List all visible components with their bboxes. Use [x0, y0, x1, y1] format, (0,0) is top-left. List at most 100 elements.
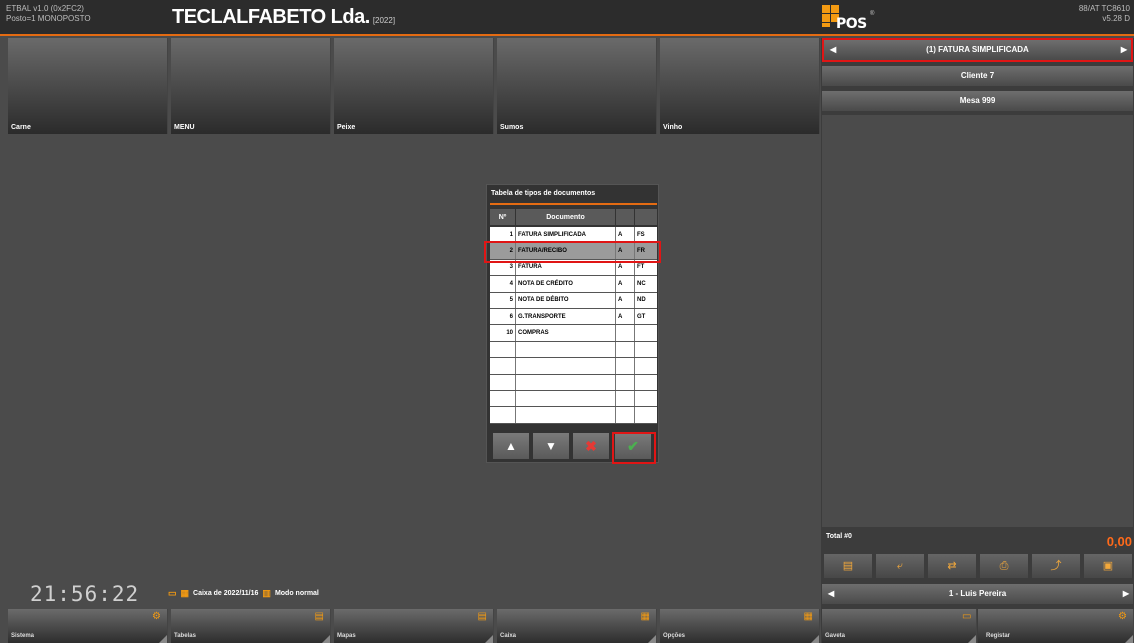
cell-num	[490, 358, 516, 374]
registar-label: Registar	[986, 633, 1011, 639]
status-bar: ▭ ▦ Caixa de 2022/11/16 ▥ Modo normal	[168, 588, 319, 599]
family-label: Vinho	[663, 124, 683, 131]
col-num-header: Nº	[490, 209, 516, 225]
mode-text: Modo normal	[274, 590, 319, 597]
registar-button[interactable]: ⚙ Registar	[978, 609, 1134, 643]
cell-code: GT	[637, 313, 646, 320]
confirm-highlight	[612, 432, 656, 464]
family-tile-sumos[interactable]: Sumos	[497, 38, 657, 134]
family-tile-vinho[interactable]: Vinho	[660, 38, 820, 134]
tabelas-label: Tabelas	[174, 633, 196, 639]
document-type-selector[interactable]: ◀ (1) FATURA SIMPLIFICADA ▶	[822, 38, 1133, 62]
cell-a	[616, 325, 635, 341]
family-tile-menu[interactable]: MENU	[171, 38, 331, 134]
app-version-text: ETBAL v1.0 (0x2FC2)	[6, 4, 84, 13]
next-operator-icon[interactable]: ▶	[1123, 584, 1129, 604]
cell-num: 4	[490, 276, 516, 292]
cancel-button[interactable]: ✖	[573, 433, 609, 459]
total-label: Total #0	[826, 533, 852, 540]
cell-doc	[516, 390, 616, 407]
opcoes-label: Opções	[663, 633, 686, 639]
family-label: Peixe	[337, 124, 356, 131]
discount-icon-button[interactable]: ▣	[1084, 554, 1132, 578]
mode-icon: ▥	[262, 588, 271, 598]
company-name: TECLALFABETO Lda. [2022]	[172, 6, 395, 29]
cell-num	[490, 407, 516, 423]
cell-a: A	[616, 292, 635, 308]
document-types-dialog: Tabela de tipos de documentos Nº Documen…	[486, 184, 659, 463]
family-tile-carne[interactable]: Carne	[8, 38, 168, 134]
family-label: Carne	[11, 124, 31, 131]
family-label: MENU	[174, 124, 195, 131]
ticket-lines-area[interactable]	[822, 115, 1133, 527]
gaveta-label: Gaveta	[825, 633, 846, 639]
table-label: Mesa 999	[959, 96, 996, 105]
caixa-button[interactable]: ▦ Caixa	[497, 609, 657, 643]
company-year: [2022]	[372, 16, 396, 25]
split-icon-button[interactable]: ⤴	[1032, 554, 1080, 578]
table-button[interactable]: Mesa 999	[822, 91, 1133, 111]
cell-doc: COMPRAS	[516, 325, 616, 341]
cell-a: A	[616, 276, 635, 292]
table-row[interactable]: 4 NOTA DE CRÉDITO A NC	[490, 276, 657, 293]
prev-operator-icon[interactable]: ◀	[828, 584, 834, 604]
document-type-label: (1) FATURA SIMPLIFICADA	[926, 45, 1029, 54]
cell-doc	[516, 358, 616, 374]
client-button[interactable]: Cliente 7	[822, 66, 1133, 86]
cell-num	[490, 390, 516, 407]
scroll-down-button[interactable]: ▼	[533, 433, 569, 459]
dialog-title: Tabela de tipos de documentos	[491, 190, 596, 197]
cell-code	[635, 391, 657, 406]
gaveta-button[interactable]: ▭ Gaveta	[822, 609, 977, 643]
family-tile-peixe[interactable]: Peixe	[334, 38, 494, 134]
cell-a	[616, 341, 635, 358]
tabelas-button[interactable]: ▤ Tabelas	[171, 609, 331, 643]
gear-icon: ⚙	[152, 611, 161, 622]
return-icon-button[interactable]: ⤶	[876, 554, 924, 578]
print-icon-button[interactable]: ⎙	[980, 554, 1028, 578]
mapas-label: Mapas	[337, 633, 356, 639]
dialog-divider	[490, 203, 657, 205]
terminal-version: v5.28 D	[1102, 14, 1130, 23]
top-bar	[0, 0, 1134, 36]
table-row[interactable]	[490, 358, 657, 375]
operator-selector[interactable]: ◀ 1 - Luis Pereira ▶	[822, 584, 1133, 604]
logo-text: POS	[836, 16, 867, 32]
table-row[interactable]	[490, 374, 657, 391]
next-arrow-icon[interactable]: ▶	[1121, 40, 1127, 60]
sistema-button[interactable]: ⚙ Sistema	[8, 609, 168, 643]
cell-a	[616, 358, 635, 374]
post-text: Posto=1 MONOPOSTO	[6, 14, 91, 23]
up-arrow-icon: ▲	[505, 439, 517, 453]
family-label: Sumos	[500, 124, 524, 131]
cell-code	[635, 358, 657, 373]
table-row[interactable]: 6 G.TRANSPORTE A GT	[490, 308, 657, 326]
client-label: Cliente 7	[960, 71, 995, 80]
cell-num: 10	[490, 325, 516, 341]
selected-row-highlight	[484, 241, 661, 263]
prev-arrow-icon[interactable]: ◀	[830, 40, 836, 60]
doc-icon-button[interactable]: ▤	[824, 554, 872, 578]
terminal-info: 88/AT TC8610 v5.28 D	[1079, 4, 1130, 24]
table-row[interactable]	[490, 341, 657, 359]
ticket-panel: ◀ (1) FATURA SIMPLIFICADA ▶ Cliente 7 Me…	[821, 38, 1134, 643]
table-row[interactable]: 5 NOTA DE DÉBITO A ND	[490, 292, 657, 309]
cell-code	[635, 325, 657, 340]
cell-num	[490, 374, 516, 390]
etpos-logo: POS ®	[822, 5, 874, 32]
table-row[interactable]	[490, 390, 657, 408]
cell-code	[635, 342, 657, 357]
operator-label: 1 - Luis Pereira	[948, 589, 1007, 598]
cell-doc: G.TRANSPORTE	[516, 308, 616, 325]
down-arrow-icon: ▼	[545, 439, 557, 453]
scroll-up-button[interactable]: ▲	[493, 433, 529, 459]
cell-doc	[516, 374, 616, 390]
table-row[interactable]	[490, 407, 657, 424]
mapas-button[interactable]: ▤ Mapas	[334, 609, 494, 643]
close-icon: ✖	[585, 438, 597, 454]
opcoes-button[interactable]: ▦ Opções	[660, 609, 820, 643]
caixa-icon: ▦	[180, 588, 190, 598]
transfer-icon-button[interactable]: ⇄	[928, 554, 976, 578]
cell-doc: NOTA DE CRÉDITO	[516, 276, 616, 292]
table-row[interactable]: 10 COMPRAS	[490, 325, 657, 342]
